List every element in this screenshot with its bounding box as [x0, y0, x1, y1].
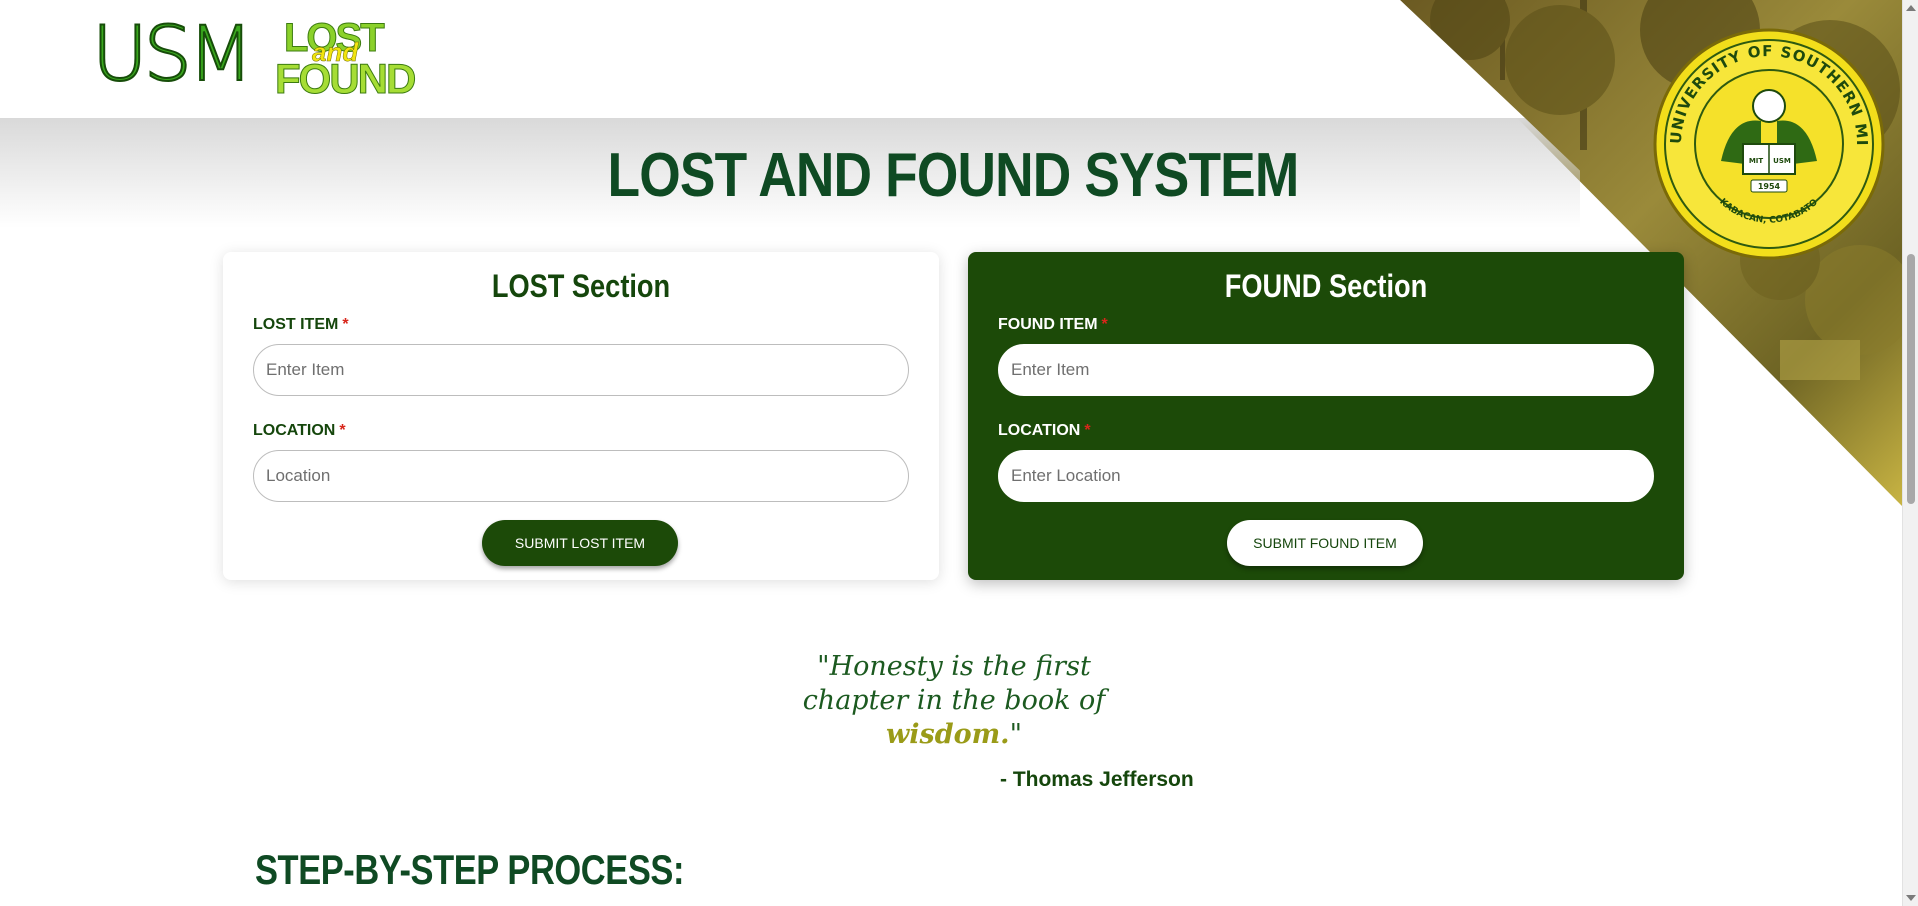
lost-section-card: LOST Section LOST ITEM* LOCATION* SUBMIT…	[223, 252, 939, 580]
quote-highlight: wisdom.	[886, 719, 1010, 750]
lost-section-title: LOST Section	[491, 268, 671, 304]
lost-location-label-text: LOCATION	[253, 422, 336, 439]
seal-book-right: USM	[1773, 157, 1791, 165]
honesty-quote: "Honesty is the first chapter in the boo…	[780, 650, 1128, 752]
usm-lost-and-found-logo[interactable]: USM LOST and FOUND	[91, 9, 432, 101]
found-section-card: FOUND Section FOUND ITEM* LOCATION* SUBM…	[968, 252, 1684, 580]
lost-location-label: LOCATION *	[253, 422, 346, 440]
lost-item-label-text: LOST ITEM	[253, 316, 339, 333]
logo-found-text: FOUND	[274, 55, 416, 102]
found-item-label-text: FOUND ITEM	[998, 316, 1098, 333]
found-location-input[interactable]	[998, 450, 1654, 502]
submit-lost-item-button[interactable]: SUBMIT LOST ITEM	[482, 520, 678, 566]
found-item-label: FOUND ITEM *	[998, 316, 1108, 334]
page-title: LOST AND FOUND SYSTEM	[607, 141, 1300, 210]
lost-item-input[interactable]	[253, 344, 909, 396]
page-scrollbar[interactable]	[1902, 0, 1918, 906]
quote-closing: "	[1009, 719, 1022, 750]
scroll-down-arrow-icon[interactable]	[1906, 895, 1916, 901]
required-mark: *	[1101, 316, 1108, 333]
quote-line-3: wisdom."	[780, 718, 1128, 752]
required-mark: *	[1084, 422, 1091, 439]
scroll-up-arrow-icon[interactable]	[1906, 5, 1916, 11]
required-mark: *	[342, 316, 349, 333]
found-section-title: FOUND Section	[1224, 268, 1428, 304]
found-item-input[interactable]	[998, 344, 1654, 396]
lost-item-label: LOST ITEM *	[253, 316, 349, 334]
found-location-label: LOCATION *	[998, 422, 1091, 440]
scrollbar-thumb[interactable]	[1907, 254, 1915, 504]
logo-usm-text: USM	[91, 9, 254, 98]
submit-found-item-button[interactable]: SUBMIT FOUND ITEM	[1227, 520, 1423, 566]
lost-location-input[interactable]	[253, 450, 909, 502]
required-mark: *	[339, 422, 346, 439]
found-location-label-text: LOCATION	[998, 422, 1081, 439]
quote-author: - Thomas Jefferson	[1000, 768, 1194, 791]
quote-line-1: "Honesty is the first	[817, 651, 1091, 682]
steps-heading: STEP-BY-STEP PROCESS:	[255, 846, 685, 893]
quote-line-2: chapter in the book of	[802, 685, 1106, 716]
